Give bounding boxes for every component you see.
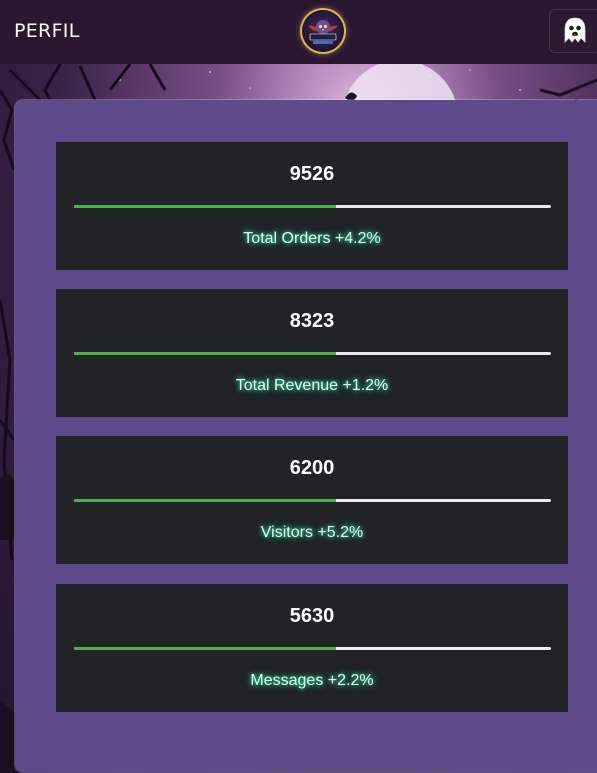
progress-fill	[74, 352, 337, 355]
progress-fill	[74, 647, 337, 650]
progress-bar	[74, 499, 551, 502]
twitch-gamers-logo-icon[interactable]	[302, 10, 344, 52]
stats-panel: 9526 Total Orders +4.2% 8323 Total Reven…	[15, 100, 597, 772]
stat-label: Messages +2.2%	[250, 672, 374, 689]
progress-bar	[74, 352, 551, 355]
stat-label: Total Orders +4.2%	[243, 230, 381, 247]
stat-card-visitors: 6200 Visitors +5.2%	[56, 436, 568, 564]
stat-label: Visitors +5.2%	[260, 524, 364, 541]
stat-card-total-orders: 9526 Total Orders +4.2%	[56, 142, 568, 270]
stat-value: 9526	[289, 163, 335, 185]
logo-graphic	[308, 20, 338, 44]
progress-fill	[74, 205, 337, 208]
stat-label: Total Revenue +1.2%	[235, 377, 389, 394]
stat-value: 6200	[289, 457, 335, 479]
stat-value: 5630	[289, 605, 335, 627]
stat-card-messages: 5630 Messages +2.2%	[56, 584, 568, 712]
stat-card-total-revenue: 8323 Total Revenue +1.2%	[56, 289, 568, 417]
stat-value: 8323	[289, 310, 335, 332]
progress-fill	[74, 499, 337, 502]
profile-button[interactable]	[549, 9, 597, 53]
ghost-icon	[564, 17, 586, 43]
page-title[interactable]: PERFIL	[14, 20, 80, 42]
progress-bar	[74, 647, 551, 650]
top-navbar: PERFIL	[0, 0, 597, 64]
progress-bar	[74, 205, 551, 208]
